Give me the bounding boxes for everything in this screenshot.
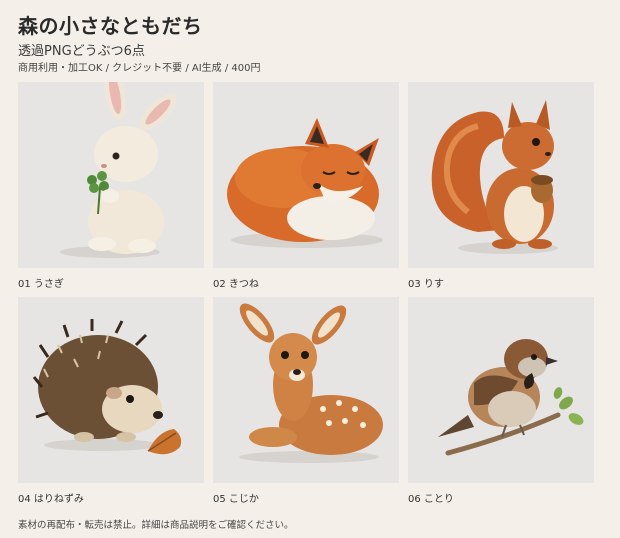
fox-illustration [227, 118, 383, 248]
rabbit-illustration [60, 82, 177, 258]
item-caption: 06 ことり [408, 494, 454, 505]
grid-item-sparrow[interactable]: 06 ことり [408, 297, 594, 507]
squirrel-illustration [431, 100, 558, 254]
product-meta: 商用利用・加工OK / クレジット不要 / AI生成 / 400円 [18, 63, 261, 74]
fawn-illustration [239, 303, 383, 463]
page-title: 森の小さなともだち [18, 14, 203, 38]
item-caption: 03 りす [408, 279, 444, 290]
grid-item-fox[interactable]: 02 きつね [213, 82, 399, 292]
item-caption: 05 こじか [213, 494, 259, 505]
grid-item-hedgehog[interactable]: 04 はりねずみ [18, 297, 204, 507]
thumbnail[interactable] [18, 297, 204, 483]
grid-item-rabbit[interactable]: 01 うさぎ [18, 82, 204, 292]
page-subtitle: 透過PNGどうぶつ6点 [18, 44, 145, 59]
item-caption: 02 きつね [213, 279, 259, 290]
usage-notice: 素材の再配布・転売は禁止。詳細は商品説明をご確認ください。 [18, 520, 294, 531]
item-caption: 04 はりねずみ [18, 494, 84, 505]
thumbnail[interactable] [408, 82, 594, 268]
thumbnail[interactable] [408, 297, 594, 483]
grid-item-squirrel[interactable]: 03 りす [408, 82, 594, 292]
thumbnail[interactable] [213, 297, 399, 483]
item-caption: 01 うさぎ [18, 279, 64, 290]
sparrow-illustration [438, 339, 584, 456]
thumbnail[interactable] [213, 82, 399, 268]
hedgehog-illustration [32, 319, 182, 455]
grid-item-fawn[interactable]: 05 こじか [213, 297, 399, 507]
thumbnail[interactable] [18, 82, 204, 268]
